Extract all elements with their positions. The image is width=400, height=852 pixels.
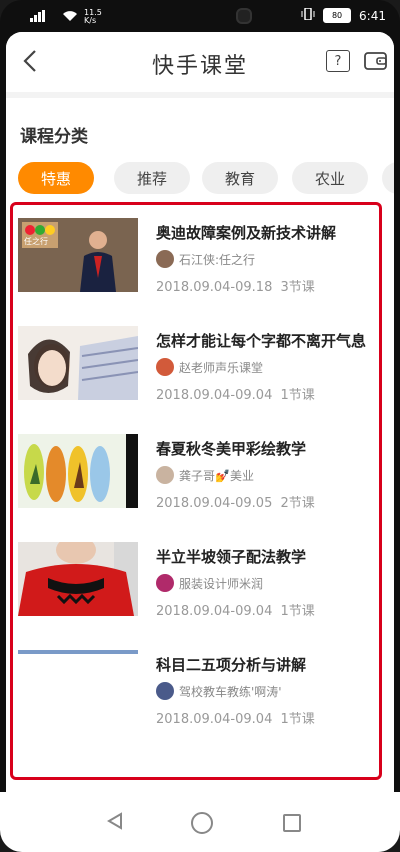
- header-divider: [6, 92, 394, 98]
- section-title: 课程分类: [20, 127, 88, 147]
- course-thumbnail: 任之行: [18, 218, 138, 292]
- course-thumbnail: [18, 650, 138, 724]
- nav-back-button[interactable]: [106, 812, 124, 834]
- vibrate-icon: [301, 7, 315, 23]
- help-button[interactable]: ?: [326, 50, 350, 72]
- course-meta: 2018.09.04-09.04 1节课: [156, 384, 319, 403]
- course-thumbnail: [18, 434, 138, 508]
- course-dates: 2018.09.04-09.05: [156, 496, 273, 511]
- course-meta: 2018.09.04-09.05 2节课: [156, 492, 319, 511]
- thumbnail-caption: 任之行: [24, 237, 48, 246]
- author-name: 服装设计师米润: [179, 576, 264, 591]
- avatar: [156, 250, 174, 268]
- system-nav-bar: [0, 792, 400, 852]
- course-author: 服装设计师米润: [156, 574, 263, 592]
- tab-education[interactable]: 教育: [202, 162, 278, 194]
- tab-more[interactable]: [382, 162, 394, 194]
- avatar: [156, 466, 174, 484]
- course-title: 奥迪故障案例及新技术讲解: [156, 224, 337, 242]
- avatar: [156, 358, 174, 376]
- triangle-back-icon: [107, 812, 122, 830]
- course-title: 科目二五项分析与讲解: [156, 656, 307, 674]
- course-item[interactable]: 任之行 奥迪故障案例及新技术讲解 石江侠:任之行 2018.09.04-09.1…: [18, 218, 388, 298]
- course-author: 赵老师声乐课堂: [156, 358, 263, 376]
- course-meta: 2018.09.04-09.04 1节课: [156, 600, 319, 619]
- course-title: 怎样才能让每个字都不离开气息: [156, 332, 367, 350]
- status-left: 11.5 K/s: [30, 9, 108, 25]
- course-meta: 2018.09.04-09.18 3节课: [156, 276, 319, 295]
- wifi-icon: [62, 10, 78, 25]
- course-item[interactable]: 春夏秋冬美甲彩绘教学 龚子哥💅美业 2018.09.04-09.05 2节课: [18, 434, 388, 514]
- category-tabs: 特惠 推荐 教育 农业: [18, 162, 394, 196]
- battery-icon: 80: [323, 8, 352, 23]
- course-author: 石江侠:任之行: [156, 250, 255, 268]
- course-item[interactable]: 怎样才能让每个字都不离开气息 赵老师声乐课堂 2018.09.04-09.04 …: [18, 326, 388, 406]
- status-right: 80 6:41: [301, 7, 386, 23]
- app-screen: 快手课堂 ? 课程分类 特惠 推荐 教育 农业 任之行 奥迪故障案例及新技术讲解…: [6, 32, 394, 792]
- wallet-button[interactable]: [364, 50, 388, 72]
- nav-recent-button[interactable]: [283, 814, 301, 832]
- app-header: 快手课堂 ?: [6, 32, 394, 88]
- nav-home-button[interactable]: [191, 812, 213, 834]
- lesson-count: 2节课: [280, 496, 315, 511]
- status-bar: 11.5 K/s 80 6:41: [0, 0, 400, 32]
- course-dates: 2018.09.04-09.04: [156, 388, 273, 403]
- course-dates: 2018.09.04-09.04: [156, 604, 273, 619]
- tab-recommended[interactable]: 推荐: [114, 162, 190, 194]
- author-name: 赵老师声乐课堂: [179, 360, 264, 375]
- lesson-count: 1节课: [280, 388, 315, 403]
- course-author: 驾校教车教练'啊涛': [156, 682, 282, 700]
- avatar: [156, 574, 174, 592]
- course-item[interactable]: 科目二五项分析与讲解 驾校教车教练'啊涛' 2018.09.04-09.04 1…: [18, 650, 388, 730]
- course-thumbnail: [18, 326, 138, 400]
- author-name: 石江侠:任之行: [179, 252, 256, 267]
- avatar: [156, 682, 174, 700]
- course-author: 龚子哥💅美业: [156, 466, 254, 484]
- lesson-count: 3节课: [280, 280, 315, 295]
- wallet-icon: [364, 52, 387, 70]
- signal-icon: [30, 9, 56, 25]
- lesson-count: 1节课: [280, 604, 315, 619]
- course-dates: 2018.09.04-09.04: [156, 712, 273, 727]
- author-name: 龚子哥💅美业: [179, 468, 254, 483]
- camera-notch: [236, 8, 252, 24]
- tab-agriculture[interactable]: 农业: [292, 162, 368, 194]
- clock: 6:41: [359, 8, 386, 23]
- course-title: 春夏秋冬美甲彩绘教学: [156, 440, 307, 458]
- course-thumbnail: [18, 542, 138, 616]
- question-icon: ?: [334, 53, 342, 69]
- course-dates: 2018.09.04-09.18: [156, 280, 273, 295]
- lesson-count: 1节课: [280, 712, 315, 727]
- tab-special-offer[interactable]: 特惠: [18, 162, 94, 194]
- phone-frame: 11.5 K/s 80 6:41 快手课堂 ? 课程分类 特惠 推荐 教育 农业…: [0, 0, 400, 852]
- author-name: 驾校教车教练'啊涛': [179, 684, 282, 699]
- course-title: 半立半坡领子配法教学: [156, 548, 307, 566]
- network-speed: 11.5 K/s: [84, 8, 102, 25]
- course-item[interactable]: 半立半坡领子配法教学 服装设计师米润 2018.09.04-09.04 1节课: [18, 542, 388, 622]
- course-meta: 2018.09.04-09.04 1节课: [156, 708, 319, 727]
